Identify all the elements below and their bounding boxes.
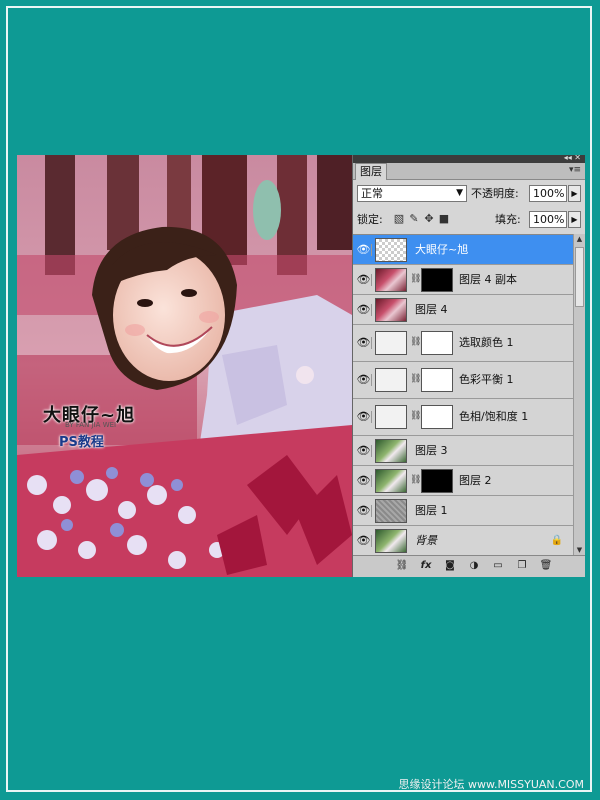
new-layer-icon[interactable]: ❐ bbox=[515, 559, 529, 573]
opacity-input[interactable]: 100% bbox=[529, 185, 567, 202]
color-balance-icon bbox=[375, 368, 407, 392]
visibility-eye-icon[interactable]: 👁 bbox=[356, 303, 372, 316]
layer-name: 色彩平衡 1 bbox=[459, 373, 514, 386]
link-icon[interactable]: ⛓ bbox=[395, 559, 409, 573]
site-watermark: 思缘设计论坛 www.MISSYUAN.COM bbox=[398, 778, 584, 791]
layer-name: 图层 4 bbox=[415, 302, 448, 316]
layers-scrollbar[interactable]: ▲ ▼ bbox=[573, 234, 585, 556]
opacity-slider-button[interactable]: ▶ bbox=[568, 185, 581, 202]
fill-label: 填充: bbox=[495, 213, 521, 226]
fill-input[interactable]: 100% bbox=[529, 211, 567, 228]
visibility-eye-icon[interactable]: 👁 bbox=[356, 374, 372, 386]
layers-panel: ◂◂ ✕ 图层 ▾≡ 正常 ▼ 不透明度: 100% ▶ 锁定: ▧ ✎ ✥ ■… bbox=[352, 155, 585, 577]
layer-thumbnail bbox=[375, 297, 407, 322]
add-mask-icon[interactable]: ◙ bbox=[443, 559, 457, 573]
watermark: 大眼仔~旭 BY FAN JIA WEI PS教程 bbox=[43, 401, 163, 461]
visibility-eye-icon[interactable]: 👁 bbox=[356, 411, 372, 423]
layer-mask-thumbnail[interactable] bbox=[421, 267, 453, 292]
layer-row[interactable]: 👁 ⛓ 选取颜色 1 bbox=[353, 325, 573, 362]
mask-link-icon[interactable]: ⛓ bbox=[410, 274, 421, 284]
visibility-eye-icon[interactable]: 👁 bbox=[356, 273, 372, 286]
layer-mask-thumbnail[interactable] bbox=[421, 468, 453, 493]
lock-fill-row: 锁定: ▧ ✎ ✥ ■ 填充: 100% ▶ bbox=[357, 211, 581, 231]
panel-menu-icon[interactable]: ▾≡ bbox=[569, 165, 581, 175]
blend-mode-select[interactable]: 正常 ▼ bbox=[357, 185, 467, 202]
layer-thumbnail bbox=[375, 438, 407, 463]
photoshop-screenshot: 大眼仔~旭 BY FAN JIA WEI PS教程 ◂◂ ✕ 图层 ▾≡ 正常 … bbox=[17, 155, 585, 577]
panel-titlebar: ◂◂ ✕ bbox=[353, 155, 585, 163]
layer-name: 图层 3 bbox=[415, 443, 448, 457]
layer-name: 图层 4 副本 bbox=[459, 272, 517, 286]
watermark-subtitle: BY FAN JIA WEI bbox=[65, 421, 117, 429]
lock-all-icon[interactable]: ■ bbox=[438, 213, 450, 225]
opacity-label: 不透明度: bbox=[471, 187, 519, 200]
lock-icon: 🔒 bbox=[550, 534, 563, 546]
layer-thumbnail bbox=[375, 468, 407, 493]
selective-color-icon bbox=[375, 331, 407, 355]
lock-position-icon[interactable]: ✥ bbox=[423, 213, 435, 225]
fill-slider-button[interactable]: ▶ bbox=[568, 211, 581, 228]
visibility-eye-icon[interactable]: 👁 bbox=[356, 444, 372, 457]
layer-list: 👁 大眼仔~旭 👁 ⛓ 图层 4 副本 👁 图层 4 👁 ⛓ 选取颜色 1 👁 … bbox=[353, 234, 573, 557]
lock-image-icon[interactable]: ✎ bbox=[408, 213, 420, 225]
mask-link-icon[interactable]: ⛓ bbox=[410, 411, 421, 421]
layer-mask-thumbnail[interactable] bbox=[421, 331, 453, 355]
layer-name: 大眼仔~旭 bbox=[415, 242, 469, 256]
hue-saturation-icon bbox=[375, 405, 407, 429]
panel-tabs: 图层 ▾≡ bbox=[353, 163, 585, 180]
layer-row[interactable]: 👁 图层 4 bbox=[353, 295, 573, 325]
mask-link-icon[interactable]: ⛓ bbox=[410, 475, 421, 485]
layer-name: 背景 bbox=[415, 533, 437, 547]
folder-icon[interactable]: ▭ bbox=[491, 559, 505, 573]
layer-name: 图层 2 bbox=[459, 473, 492, 487]
layer-name: 选取颜色 1 bbox=[459, 336, 514, 349]
layer-row[interactable]: 👁 大眼仔~旭 bbox=[353, 235, 573, 265]
scrollbar-thumb[interactable] bbox=[575, 247, 584, 307]
photo-artwork bbox=[17, 155, 352, 577]
visibility-eye-icon[interactable]: 👁 bbox=[356, 474, 372, 487]
chevron-down-icon: ▼ bbox=[456, 188, 463, 198]
adjustment-icon[interactable]: ◑ bbox=[467, 559, 481, 573]
collapse-icon[interactable]: ◂◂ ✕ bbox=[564, 155, 581, 162]
blend-mode-value: 正常 bbox=[361, 187, 383, 200]
lock-label: 锁定: bbox=[357, 213, 383, 226]
fx-icon[interactable]: fx bbox=[419, 559, 433, 573]
visibility-eye-icon[interactable]: 👁 bbox=[356, 504, 372, 517]
layer-row[interactable]: 👁 图层 3 bbox=[353, 436, 573, 466]
lock-transparency-icon[interactable]: ▧ bbox=[393, 213, 405, 225]
layer-thumbnail bbox=[375, 267, 407, 292]
layer-thumbnail bbox=[375, 237, 407, 262]
layer-row[interactable]: 👁 ⛓ 图层 2 bbox=[353, 466, 573, 496]
visibility-eye-icon[interactable]: 👁 bbox=[356, 337, 372, 349]
mask-link-icon[interactable]: ⛓ bbox=[410, 337, 421, 347]
trash-icon[interactable]: 🗑 bbox=[539, 559, 553, 573]
tab-layers[interactable]: 图层 bbox=[355, 163, 387, 180]
layer-thumbnail bbox=[375, 498, 407, 523]
blend-opacity-row: 正常 ▼ 不透明度: 100% ▶ bbox=[357, 185, 581, 205]
layer-row[interactable]: 👁 ⛓ 色彩平衡 1 bbox=[353, 362, 573, 399]
panel-bottom-toolbar: ⛓ fx ◙ ◑ ▭ ❐ 🗑 bbox=[353, 555, 585, 577]
visibility-eye-icon[interactable]: 👁 bbox=[356, 534, 372, 547]
scroll-up-icon[interactable]: ▲ bbox=[574, 234, 585, 245]
layer-row[interactable]: 👁 图层 1 bbox=[353, 496, 573, 526]
layer-row[interactable]: 👁 ⛓ 图层 4 副本 bbox=[353, 265, 573, 295]
layer-row[interactable]: 👁 背景 🔒 bbox=[353, 526, 573, 556]
mask-link-icon[interactable]: ⛓ bbox=[410, 374, 421, 384]
layer-name: 图层 1 bbox=[415, 503, 448, 517]
visibility-eye-icon[interactable]: 👁 bbox=[356, 243, 372, 256]
document-canvas[interactable]: 大眼仔~旭 BY FAN JIA WEI PS教程 bbox=[17, 155, 352, 577]
layer-mask-thumbnail[interactable] bbox=[421, 368, 453, 392]
watermark-tag: PS教程 bbox=[59, 435, 104, 450]
layer-row[interactable]: 👁 ⛓ 色相/饱和度 1 bbox=[353, 399, 573, 436]
layer-thumbnail bbox=[375, 528, 407, 553]
layer-mask-thumbnail[interactable] bbox=[421, 405, 453, 429]
layer-name: 色相/饱和度 1 bbox=[459, 410, 529, 423]
